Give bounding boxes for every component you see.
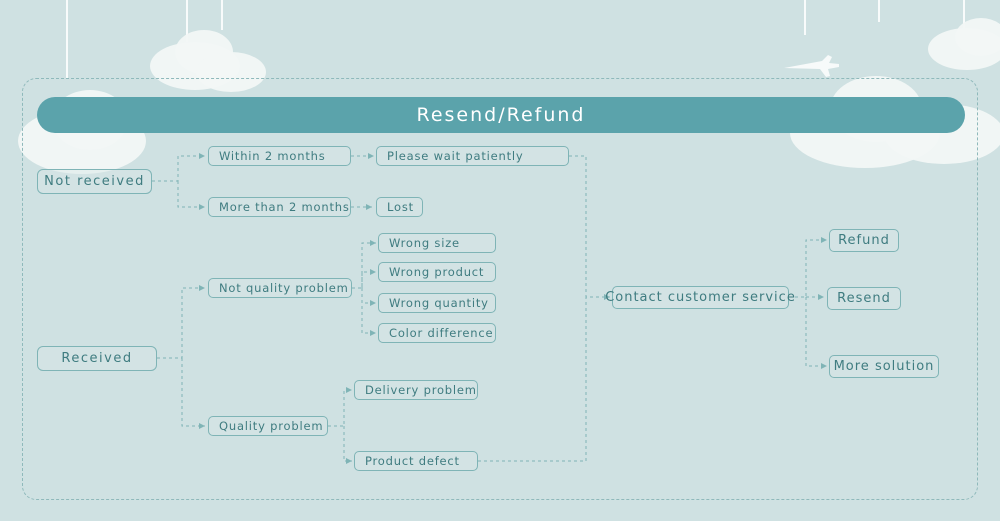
node-resend[interactable]: Resend: [827, 287, 901, 310]
node-product-defect[interactable]: Product defect: [354, 451, 478, 471]
page-title: Resend/Refund: [37, 97, 965, 133]
hanging-string: [804, 0, 806, 35]
node-lost[interactable]: Lost: [376, 197, 423, 217]
node-not-received[interactable]: Not received: [37, 169, 152, 194]
diagram-canvas: Resend/Refund Not received Received With…: [0, 0, 1000, 521]
node-color-difference[interactable]: Color difference: [378, 323, 496, 343]
hanging-string: [66, 0, 68, 78]
node-refund[interactable]: Refund: [829, 229, 899, 252]
hanging-string: [221, 0, 223, 30]
node-more-solution[interactable]: More solution: [829, 355, 939, 378]
node-contact-customer-service[interactable]: Contact customer service: [605, 286, 795, 309]
cloud-shape: [928, 28, 1000, 70]
hanging-string: [878, 0, 880, 22]
node-wrong-quantity[interactable]: Wrong quantity: [378, 293, 496, 313]
node-not-quality-problem[interactable]: Not quality problem: [208, 278, 352, 298]
airplane-icon: [784, 55, 839, 77]
hanging-string: [186, 0, 188, 42]
node-quality-problem[interactable]: Quality problem: [208, 416, 328, 436]
cloud-shape: [955, 18, 1000, 56]
cloud-shape: [175, 30, 233, 74]
hanging-string: [963, 0, 965, 30]
node-delivery-problem[interactable]: Delivery problem: [354, 380, 478, 400]
node-more-than-2-months[interactable]: More than 2 months: [208, 197, 351, 217]
node-wrong-size[interactable]: Wrong size: [378, 233, 496, 253]
node-wrong-product[interactable]: Wrong product: [378, 262, 496, 282]
node-within-2-months[interactable]: Within 2 months: [208, 146, 351, 166]
node-please-wait-patiently[interactable]: Please wait patiently: [376, 146, 569, 166]
node-received[interactable]: Received: [37, 346, 157, 371]
